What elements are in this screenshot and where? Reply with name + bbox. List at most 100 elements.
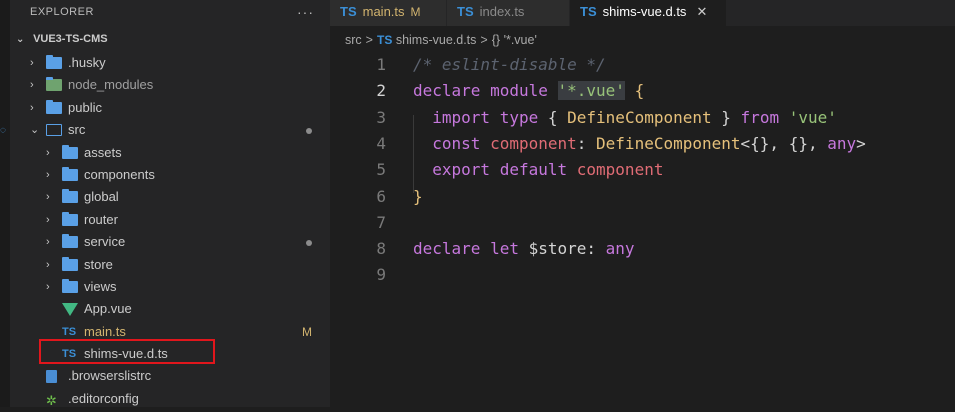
tree-item-label: node_modules (68, 77, 154, 93)
code-token: any (827, 133, 857, 153)
code-token: DefineComponent (567, 107, 712, 127)
code-text: export default component (413, 157, 663, 183)
tree-item-label: store (84, 256, 113, 272)
line-number: 3 (376, 107, 386, 127)
code-token: component (490, 133, 577, 153)
code-token: from (740, 107, 789, 127)
symbol-icon: {} (491, 33, 501, 47)
code-line[interactable]: 8 declare let $store: any (330, 236, 955, 262)
chevron-right-icon: › (30, 79, 34, 92)
code-token: <{}, {}, (740, 133, 828, 153)
editor-tab[interactable]: TS shims-vue.d.ts ✕ (570, 0, 726, 26)
breadcrumb-folder[interactable]: src (345, 33, 362, 47)
tab-label: index.ts (479, 4, 525, 19)
tree-item-label: App.vue (84, 301, 132, 317)
line-number: 5 (376, 160, 386, 180)
code-token: default (499, 160, 577, 180)
code-token: export (432, 160, 500, 180)
code-line[interactable]: 4 const component: DefineComponent<{}, {… (330, 131, 955, 157)
code-text: declare let $store: any (413, 236, 635, 262)
code-token: } (413, 186, 423, 206)
chevron-right-icon: › (46, 146, 50, 159)
folder-icon (62, 234, 78, 249)
code-token: import (432, 107, 500, 127)
code-text: const component: DefineComponent<{}, {},… (413, 131, 866, 157)
breadcrumb-separator: > (365, 33, 373, 47)
tree-item[interactable]: › global (10, 186, 330, 208)
folder-icon (62, 166, 78, 181)
code-token: : (586, 239, 606, 259)
tab-label: main.ts (362, 4, 405, 19)
breadcrumb-file[interactable]: shims-vue.d.ts (396, 33, 477, 47)
tree-item[interactable]: › public (10, 97, 330, 119)
tab-label: shims-vue.d.ts (602, 4, 687, 19)
chevron-right-icon: › (30, 101, 34, 114)
code-line[interactable]: 2 declare module '*.vue' { (330, 78, 955, 104)
tree-item[interactable]: › router (10, 209, 330, 231)
project-section-header[interactable]: ⌄ VUE3-TS-CMS (10, 24, 330, 52)
code-line[interactable]: 6} (330, 184, 955, 210)
code-token: > (856, 133, 866, 153)
code-token: '*.vue' (557, 81, 625, 101)
code-token: DefineComponent (596, 133, 741, 153)
breadcrumb-separator: > (480, 33, 488, 47)
tree-item[interactable]: › assets (10, 142, 330, 164)
folder-icon (62, 256, 78, 271)
folder-icon (62, 211, 78, 226)
tree-item[interactable]: ⌄ src (10, 119, 330, 141)
code-line[interactable]: 3 import type { DefineComponent } from '… (330, 105, 955, 131)
tree-item[interactable]: › components (10, 164, 330, 186)
folder-icon (62, 278, 78, 293)
code-token: /* eslint-disable */ (413, 55, 606, 74)
code-token: let (490, 239, 529, 259)
tree-item[interactable]: App.vue (10, 298, 330, 320)
tree-item[interactable]: › views (10, 276, 330, 298)
tree-item-label: src (68, 122, 86, 138)
explorer-header: EXPLORER ··· (10, 0, 330, 24)
tree-item[interactable]: › service (10, 231, 330, 253)
code-text: } (413, 184, 423, 210)
code-token: const (432, 133, 491, 153)
editor-tab[interactable]: TS index.ts (447, 0, 569, 26)
chevron-right-icon: › (46, 168, 50, 181)
tree-item-label: components (84, 166, 155, 182)
tree-item[interactable]: › .husky (10, 52, 330, 74)
editor-tab[interactable]: TS main.ts M (330, 0, 446, 26)
tree-item[interactable]: › store (10, 254, 330, 276)
close-icon[interactable]: ✕ (696, 4, 707, 19)
tree-item-label: .husky (68, 55, 106, 70)
modified-dot (306, 240, 312, 247)
chevron-down-icon: ⌄ (16, 34, 25, 45)
tree-item-label: service (84, 234, 126, 250)
code-token: { (547, 107, 568, 127)
gear-icon: ✲ (46, 392, 57, 408)
code-line[interactable]: 5 export default component (330, 157, 955, 183)
code-line[interactable]: 1 /* eslint-disable */ (330, 52, 955, 78)
code-token: { (634, 81, 645, 101)
code-token: module (490, 81, 558, 101)
code-token: } (711, 107, 741, 127)
line-number: 4 (376, 133, 386, 153)
code-token: component (576, 160, 664, 180)
code-editor[interactable]: 1 /* eslint-disable */ 2 declare module '*.… (330, 52, 955, 407)
tree-item-label: public (68, 99, 102, 115)
code-token: $store (528, 239, 587, 259)
more-actions-icon[interactable]: ··· (297, 0, 314, 24)
chevron-right-icon: › (30, 57, 34, 69)
code-line[interactable]: 7 (330, 210, 955, 236)
folder-icon (46, 55, 62, 69)
tree-item[interactable]: › node_modules (10, 74, 330, 96)
vue-icon (62, 303, 78, 317)
line-number: 9 (376, 265, 386, 285)
code-token: type (499, 107, 548, 127)
breadcrumb-symbol[interactable]: '*.vue' (504, 33, 537, 47)
line-number: 6 (376, 186, 386, 206)
tree-item[interactable]: .browserslistrc (10, 365, 330, 387)
code-token: 'vue' (788, 107, 837, 127)
active-indicator: ◌ (0, 125, 6, 136)
tree-item-label: assets (84, 144, 122, 160)
tree-item-label: views (84, 278, 117, 294)
code-line[interactable]: 9 (330, 262, 955, 288)
